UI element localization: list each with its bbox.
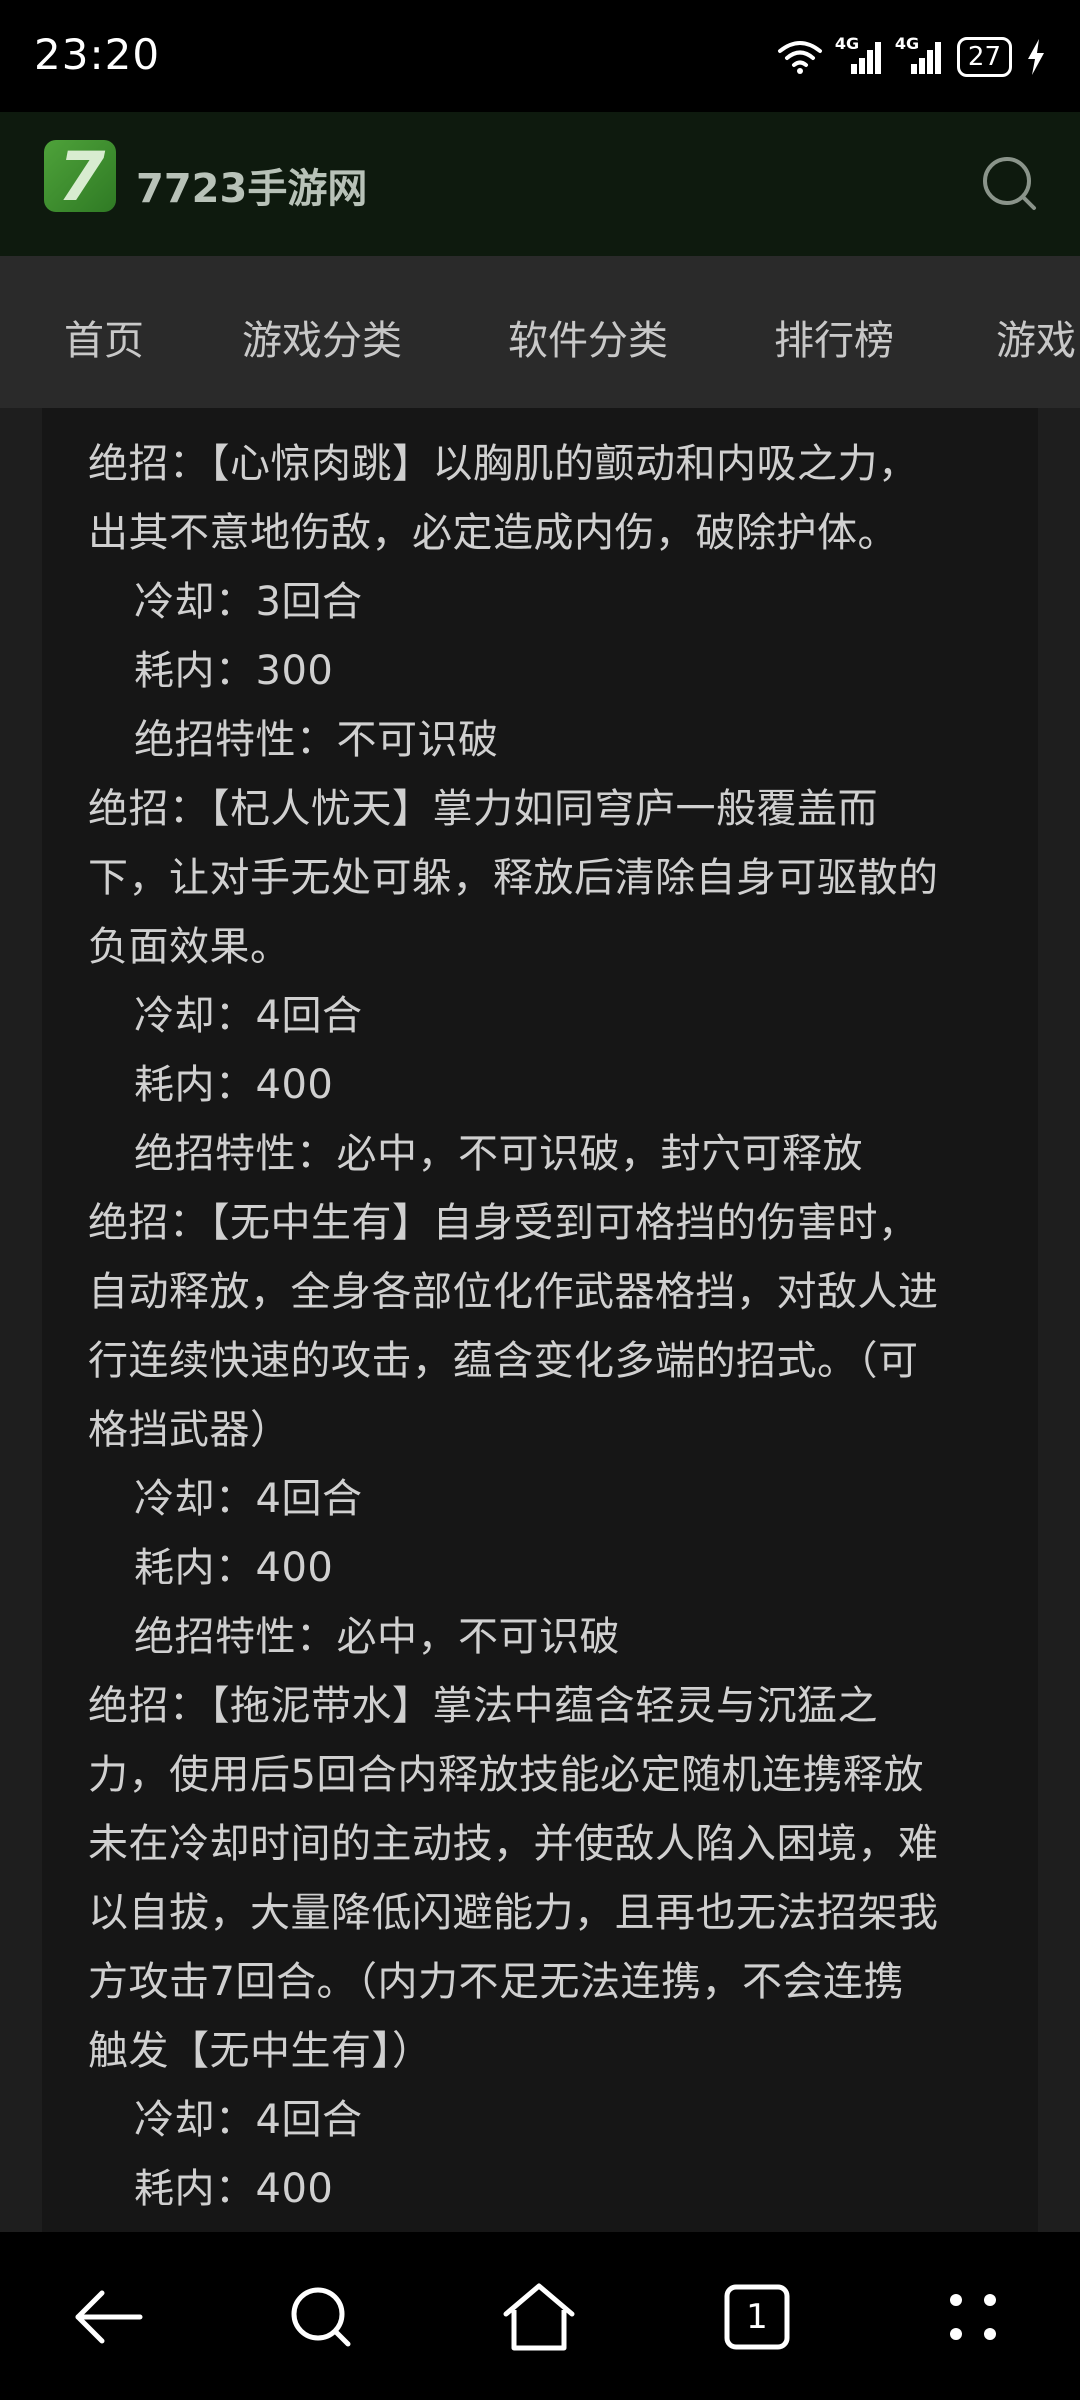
skill-attribute-line: 绝招特性：必中，不可识破 <box>134 1614 620 1660</box>
skill-description-line: 负面效果。 <box>88 924 291 970</box>
skill-description-line: 绝招：【杞人忧天】掌力如同穹庐一般覆盖而 <box>88 786 878 832</box>
article-body: 绝招：【心惊肉跳】以胸肌的颤动和内吸之力， 出其不意地伤敌，必定造成内伤，破除护体… <box>42 408 1038 2224</box>
battery-icon: 27 <box>956 37 1012 77</box>
skill-attribute-line: 耗内：400 <box>134 1545 334 1591</box>
status-bar: 23:20 4G 4G 27 <box>0 0 1080 112</box>
skill-description-line: 绝招：【无中生有】自身受到可格挡的伤害时， <box>88 1200 919 1246</box>
charging-bolt-icon <box>1028 39 1044 75</box>
article-content[interactable]: 绝招：【心惊肉跳】以胸肌的颤动和内吸之力， 出其不意地伤敌，必定造成内伤，破除护体… <box>42 408 1038 2232</box>
skill-description-line: 触发【无中生有】） <box>88 2028 433 2074</box>
signal-label: 4G <box>894 34 920 53</box>
logo-glyph: 7 <box>58 138 106 217</box>
site-logo[interactable]: 7 <box>44 138 116 217</box>
wifi-icon <box>777 41 822 74</box>
skill-attribute-line: 冷却：4回合 <box>134 1476 363 1522</box>
skill-description-line: 行连续快速的攻击，蕴含变化多端的招式。（可 <box>88 1338 919 1384</box>
tab-game-categories[interactable]: 游戏分类 <box>242 308 402 366</box>
skill-description-line: 出其不意地伤敌，必定造成内伤，破除护体。 <box>88 510 898 556</box>
tab-rankings[interactable]: 排行榜 <box>774 308 894 366</box>
skill-attribute-line: 冷却：3回合 <box>134 579 363 625</box>
browser-bottom-bar: 1 <box>0 2232 1080 2400</box>
skill-description-line: 未在冷却时间的主动技，并使敌人陷入困境，难 <box>88 1821 939 1867</box>
signal-strength-icon: 4G <box>895 34 943 74</box>
skill-description-line: 方攻击7回合。（内力不足无法连携，不会连携 <box>88 1959 904 2005</box>
battery-level: 27 <box>967 42 1001 72</box>
home-icon[interactable] <box>494 2272 584 2362</box>
skill-attribute-line: 冷却：4回合 <box>134 993 363 1039</box>
search-icon[interactable] <box>276 2272 366 2362</box>
menu-dots-icon[interactable] <box>928 2272 1018 2362</box>
status-icons: 4G 4G 27 <box>777 32 1046 82</box>
skill-attribute-line: 耗内：300 <box>134 648 334 694</box>
skill-attribute-line: 耗内：400 <box>134 2166 334 2212</box>
tabs-button[interactable]: 1 <box>712 2272 802 2362</box>
signal-strength-icon: 4G <box>835 34 883 74</box>
signal-label: 4G <box>834 34 860 53</box>
tab-count: 1 <box>746 2297 768 2337</box>
skill-attribute-line: 耗内：400 <box>134 1062 334 1108</box>
status-time: 23:20 <box>34 30 161 79</box>
skill-attribute-line: 冷却：4回合 <box>134 2097 363 2143</box>
site-header: 7 7723手游网 <box>0 112 1080 256</box>
skill-attribute-line: 绝招特性：必中，不可识破，封穴可释放 <box>134 1131 863 1177</box>
back-arrow-icon[interactable] <box>64 2272 154 2362</box>
skill-description-line: 以自拔，大量降低闪避能力，且再也无法招架我 <box>88 1890 939 1936</box>
skill-description-line: 绝招：【拖泥带水】掌法中蕴含轻灵与沉猛之 <box>88 1683 878 1729</box>
skill-description-line: 力，使用后5回合内释放技能必定随机连携释放 <box>88 1752 924 1798</box>
skill-description-line: 自动释放，全身各部位化作武器格挡，对敌人进 <box>88 1269 939 1315</box>
skill-description-line: 格挡武器） <box>88 1407 291 1453</box>
tab-home[interactable]: 首页 <box>64 308 144 366</box>
site-name[interactable]: 7723手游网 <box>136 156 367 214</box>
search-icon[interactable] <box>980 154 1040 214</box>
tab-software-categories[interactable]: 软件分类 <box>508 308 668 366</box>
category-nav: 首页 游戏分类 软件分类 排行榜 游戏 <box>0 256 1080 408</box>
tab-games[interactable]: 游戏 <box>996 308 1076 366</box>
skill-description-line: 绝招：【心惊肉跳】以胸肌的颤动和内吸之力， <box>88 441 919 487</box>
skill-description-line: 下，让对手无处可躲，释放后清除自身可驱散的 <box>88 855 939 901</box>
skill-attribute-line: 绝招特性：不可识破 <box>134 717 499 763</box>
